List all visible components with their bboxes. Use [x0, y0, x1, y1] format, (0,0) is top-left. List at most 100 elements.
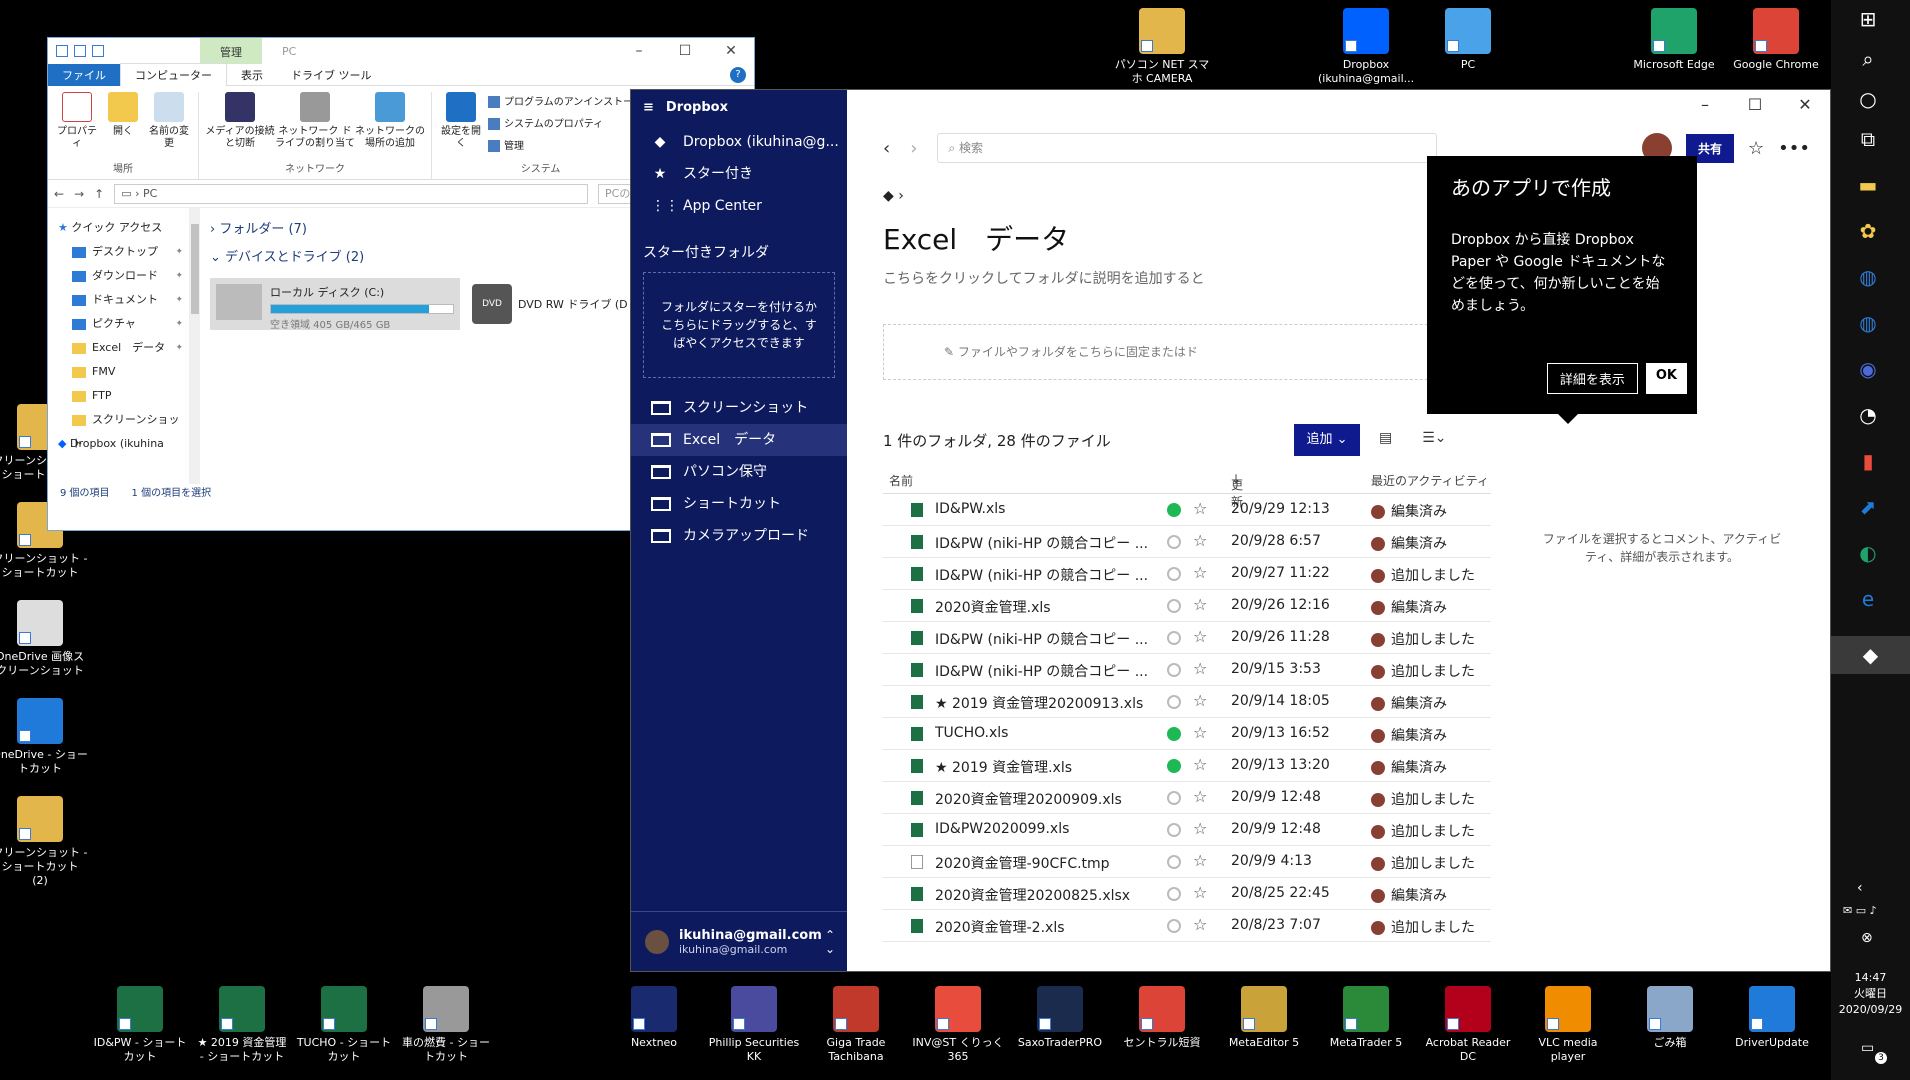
tab-file[interactable]: ファイル: [48, 63, 120, 86]
starred-folder-item[interactable]: ショートカット: [631, 488, 847, 520]
pin-icon[interactable]: ✦: [175, 336, 183, 360]
nav-item[interactable]: スクリーンショット: [48, 408, 189, 450]
desktop-icon[interactable]: 車の燃費 - ショートカット: [398, 986, 494, 1064]
account-switcher[interactable]: ikuhina@gmail.com ikuhina@gmail.com ⌃ ⌄: [631, 911, 847, 971]
minimize-button[interactable]: –: [1680, 90, 1730, 120]
task-view-icon[interactable]: ⧉: [1853, 124, 1883, 154]
table-row[interactable]: 2020資金管理.xls ☆ 20/9/26 12:16 編集済み: [883, 590, 1491, 622]
table-row[interactable]: ★ 2019 資金管理20200913.xls ☆ 20/9/14 18:05 編集済…: [883, 686, 1491, 718]
file-name[interactable]: 2020資金管理20200825.xlsx: [935, 885, 1165, 905]
analytics-icon[interactable]: ◔: [1853, 400, 1883, 430]
desktop-icon[interactable]: Dropbox (ikuhina@gmail...: [1318, 8, 1414, 86]
sidebar-item[interactable]: ⋮⋮ App Center: [631, 190, 847, 222]
sunflower-app-icon[interactable]: ✿: [1853, 216, 1883, 246]
search-icon[interactable]: ⌕: [1853, 44, 1883, 74]
desktop-icon[interactable]: クリーンショット - ショートカット (2): [0, 796, 88, 888]
star-icon[interactable]: ☆: [1193, 883, 1207, 902]
desktop-icon[interactable]: Microsoft Edge: [1626, 8, 1722, 72]
chevron-up-icon[interactable]: ‹: [1857, 880, 1863, 896]
add-location-button[interactable]: ネットワークの場所の追加: [355, 92, 425, 160]
more-options-icon[interactable]: •••: [1778, 138, 1810, 159]
star-icon[interactable]: ☆: [1193, 723, 1207, 742]
nav-quick-access[interactable]: ★ クイック アクセス: [48, 216, 189, 240]
settings-button[interactable]: 設定を開く: [438, 92, 484, 160]
table-row[interactable]: ID&PW (niki-HP の競合コピー ... ☆ 20/9/28 6:57 編集…: [883, 526, 1491, 558]
desktop-icon[interactable]: PC: [1420, 8, 1516, 72]
close-button[interactable]: ✕: [1780, 90, 1830, 120]
starred-drop-zone[interactable]: フォルダにスターを付けるかこちらにドラッグすると、すばやくアクセスできます: [643, 272, 835, 378]
desktop-icon[interactable]: OneDrive - ショートカット: [0, 698, 88, 776]
tray-icons[interactable]: ✉ ▭ ♪: [1843, 904, 1877, 917]
driverupdate-icon[interactable]: ⬈: [1853, 492, 1883, 522]
file-name[interactable]: ID&PW2020099.xls: [935, 821, 1165, 837]
show-details-button[interactable]: 詳細を表示: [1546, 363, 1638, 394]
file-name[interactable]: ID&PW (niki-HP の競合コピー ...: [935, 533, 1165, 553]
col-modified[interactable]: 更新 ↓: [1231, 472, 1243, 509]
col-activity[interactable]: 最近のアクティビティ: [1371, 472, 1491, 489]
desktop-icon[interactable]: パソコン NET スマホ CAMERA: [1114, 8, 1210, 86]
tab-view[interactable]: 表示: [227, 64, 277, 86]
table-row[interactable]: ID&PW (niki-HP の競合コピー ... ☆ 20/9/27 11:22 追…: [883, 558, 1491, 590]
dropbox-taskbar-icon[interactable]: ◆: [1831, 636, 1910, 674]
local-disk-c[interactable]: ローカル ディスク (C:) 空き領域 405 GB/465 GB: [210, 278, 460, 331]
star-icon[interactable]: ☆: [1748, 138, 1764, 159]
uninstall-button[interactable]: プログラムのアンインストール: [484, 92, 643, 114]
map-drive-button[interactable]: ネットワーク ドライブの割り当て: [275, 92, 355, 160]
open-button[interactable]: 開く: [100, 92, 146, 160]
desktop-icon[interactable]: INV@ST くりっく365: [910, 986, 1006, 1064]
rename-button[interactable]: 名前の変更: [146, 92, 192, 160]
maximize-button[interactable]: ☐: [1730, 90, 1780, 120]
starred-folder-item[interactable]: Excel データ: [631, 424, 847, 456]
file-name[interactable]: ID&PW.xls: [935, 501, 1165, 517]
manage-button[interactable]: 管理: [484, 136, 643, 158]
table-row[interactable]: 2020資金管理-2.xls ☆ 20/8/23 7:07 追加しました: [883, 910, 1491, 942]
computer-icon[interactable]: [56, 45, 68, 57]
nav-item[interactable]: ドキュメント ✦: [48, 288, 189, 312]
up-arrow-icon[interactable]: ↑: [94, 187, 104, 201]
maximize-button[interactable]: ☐: [662, 43, 708, 59]
nav-dropbox[interactable]: ◆ Dropbox (ikuhina: [48, 432, 189, 456]
tab-manage[interactable]: 管理: [200, 38, 262, 64]
pin-icon[interactable]: ✦: [175, 264, 183, 288]
star-icon[interactable]: ☆: [1193, 595, 1207, 614]
star-icon[interactable]: ☆: [1193, 851, 1207, 870]
star-icon[interactable]: ☆: [1193, 755, 1207, 774]
file-name[interactable]: TUCHO.xls: [935, 725, 1165, 741]
desktop-icon[interactable]: Phillip Securities KK: [706, 986, 802, 1064]
sidebar-item[interactable]: ★ スター付き: [631, 158, 847, 190]
file-name[interactable]: 2020資金管理20200909.xls: [935, 789, 1165, 809]
back-arrow-icon[interactable]: ←: [54, 187, 64, 201]
file-name[interactable]: ID&PW (niki-HP の競合コピー ...: [935, 565, 1165, 585]
breadcrumb[interactable]: ◆ ›: [883, 188, 904, 204]
pin-icon[interactable]: ✦: [175, 312, 183, 336]
starred-folder-item[interactable]: パソコン保守: [631, 456, 847, 488]
starred-folder-item[interactable]: カメラアップロード: [631, 520, 847, 552]
desktop-icon[interactable]: DriverUpdate: [1724, 986, 1820, 1050]
file-explorer-icon[interactable]: ▬: [1853, 170, 1883, 200]
dvd-drive[interactable]: DVD DVD RW ドライブ (D: [472, 278, 628, 330]
file-name[interactable]: ★ 2019 資金管理.xls: [935, 757, 1165, 777]
desktop-icon[interactable]: MetaTrader 5: [1318, 986, 1414, 1050]
desktop-icon[interactable]: VLC media player: [1520, 986, 1616, 1064]
media-button[interactable]: メディアの接続と切断: [205, 92, 275, 160]
hamburger-menu-icon[interactable]: ≡: [643, 100, 654, 115]
back-arrow-icon[interactable]: ‹: [883, 138, 890, 159]
minimize-button[interactable]: –: [616, 43, 662, 59]
nav-item[interactable]: ダウンロード ✦: [48, 264, 189, 288]
file-name[interactable]: 2020資金管理-2.xls: [935, 917, 1165, 937]
star-icon[interactable]: ☆: [1193, 531, 1207, 550]
table-row[interactable]: TUCHO.xls ☆ 20/9/13 16:52 編集済み: [883, 718, 1491, 750]
pin-icon[interactable]: ✦: [175, 288, 183, 312]
chart-app-icon[interactable]: ▮: [1853, 446, 1883, 476]
address-input[interactable]: ▭ › PC: [114, 183, 588, 204]
desktop-icon[interactable]: TUCHO - ショートカット: [296, 986, 392, 1064]
desktop-icon[interactable]: セントラル短資: [1114, 986, 1210, 1050]
desktop-icon[interactable]: Nextneo: [606, 986, 702, 1050]
desktop-icon[interactable]: SaxoTraderPRO: [1012, 986, 1108, 1050]
table-row[interactable]: 2020資金管理20200909.xls ☆ 20/9/9 12:48 追加しました: [883, 782, 1491, 814]
nav-item[interactable]: Excel データ ✦: [48, 336, 189, 360]
clock[interactable]: 14:47 火曜日 2020/09/29: [1831, 970, 1910, 1018]
file-name[interactable]: ID&PW (niki-HP の競合コピー ...: [935, 661, 1165, 681]
table-row[interactable]: ID&PW (niki-HP の競合コピー ... ☆ 20/9/26 11:28 追…: [883, 622, 1491, 654]
close-button[interactable]: ✕: [708, 43, 754, 59]
